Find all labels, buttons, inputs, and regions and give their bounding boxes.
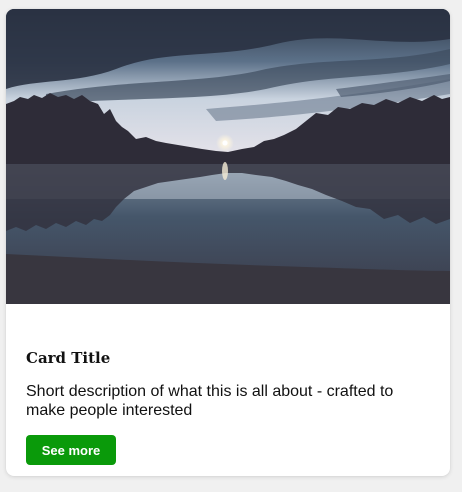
see-more-button[interactable]: See more [26,435,116,465]
card-image [6,9,450,304]
card-title: Card Title [26,349,111,367]
card: Card Title Short description of what thi… [6,9,450,476]
card-description: Short description of what this is all ab… [26,383,394,419]
